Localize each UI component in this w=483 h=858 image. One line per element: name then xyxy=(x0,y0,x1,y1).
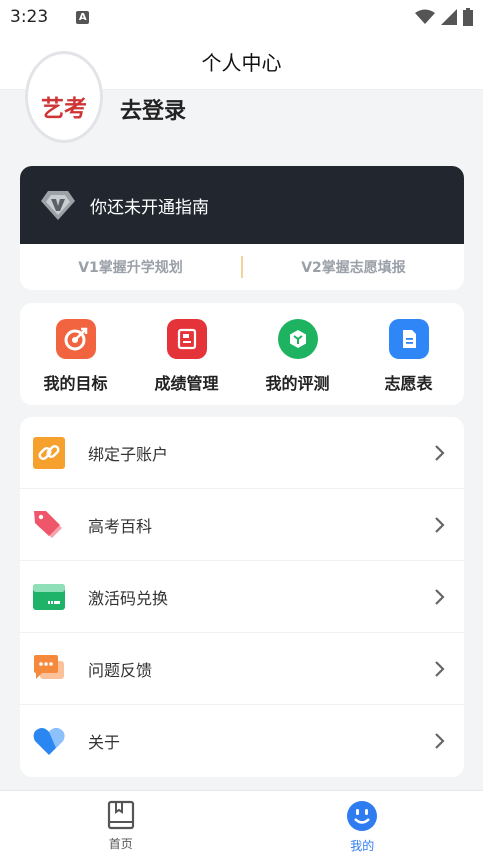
score-report-icon xyxy=(166,319,207,359)
assessment-icon xyxy=(277,319,318,359)
smiley-icon xyxy=(347,801,378,831)
wifi-icon xyxy=(415,9,435,24)
notification-badge-icon: A xyxy=(76,10,90,24)
chevron-right-icon xyxy=(435,588,445,605)
chevron-right-icon xyxy=(435,444,445,461)
link-icon xyxy=(32,436,66,470)
bottom-nav: 首页 我的 xyxy=(0,790,483,858)
chevron-right-icon xyxy=(435,733,445,749)
book-icon xyxy=(107,800,134,830)
login-link[interactable]: 去登录 xyxy=(120,93,186,125)
card-icon xyxy=(32,580,66,614)
target-icon xyxy=(55,319,96,359)
chat-icon xyxy=(32,652,66,686)
shortcut-label: 志愿表 xyxy=(384,374,433,393)
vip-options: V1掌握升学规划 V2掌握志愿填报 xyxy=(20,244,464,290)
menu-item-feedback[interactable]: 问题反馈 xyxy=(20,633,464,705)
vip-banner[interactable]: 你还未开通指南 xyxy=(20,166,464,244)
shortcut-label: 我的评测 xyxy=(265,374,330,393)
document-icon xyxy=(388,319,429,359)
avatar[interactable]: 艺考 xyxy=(25,51,103,143)
chevron-right-icon xyxy=(435,516,445,533)
nav-label: 我的 xyxy=(350,839,375,853)
shortcut-label: 成绩管理 xyxy=(154,374,219,393)
status-bar: 3:23 A xyxy=(0,0,483,34)
shortcut-my-assessment[interactable]: 我的评测 xyxy=(242,303,353,405)
vip-option-v2[interactable]: V2掌握志愿填报 xyxy=(243,257,464,277)
nav-label: 首页 xyxy=(108,837,133,851)
page-title: 个人中心 xyxy=(201,51,282,75)
vip-banner-text: 你还未开通指南 xyxy=(90,197,209,218)
menu-item-label: 绑定子账户 xyxy=(88,444,169,464)
avatar-logo-text: 艺考 xyxy=(41,96,87,122)
shortcut-score-management[interactable]: 成绩管理 xyxy=(131,303,242,405)
menu-item-label: 问题反馈 xyxy=(88,660,153,680)
menu-item-bind-sub-account[interactable]: 绑定子账户 xyxy=(20,417,464,489)
status-time: 3:23 xyxy=(10,7,49,27)
profile-section: 艺考 去登录 xyxy=(0,51,483,151)
nav-home[interactable]: 首页 xyxy=(0,791,242,858)
menu-item-activation-code[interactable]: 激活码兑换 xyxy=(20,561,464,633)
heart-icon xyxy=(32,724,66,758)
shortcut-my-target[interactable]: 我的目标 xyxy=(20,303,131,405)
shortcut-label: 我的目标 xyxy=(43,374,108,393)
shortcut-volunteer-form[interactable]: 志愿表 xyxy=(353,303,464,405)
vip-badge-icon xyxy=(41,191,75,220)
shortcut-grid: 我的目标 成绩管理 我的评测 志愿表 xyxy=(20,303,464,405)
vip-card[interactable]: 你还未开通指南 V1掌握升学规划 V2掌握志愿填报 xyxy=(20,166,464,290)
nav-mine[interactable]: 我的 xyxy=(242,791,483,858)
menu-item-label: 激活码兑换 xyxy=(88,588,169,608)
menu-item-label: 关于 xyxy=(88,733,121,752)
signal-icon xyxy=(441,9,457,25)
menu-list: 绑定子账户 高考百科 激活码兑换 问题反馈 关于 xyxy=(20,417,464,777)
battery-icon xyxy=(463,8,473,26)
menu-item-gaokao-encyclopedia[interactable]: 高考百科 xyxy=(20,489,464,561)
menu-item-about[interactable]: 关于 xyxy=(20,705,464,777)
menu-item-label: 高考百科 xyxy=(88,516,153,536)
tag-icon xyxy=(32,508,66,542)
chevron-right-icon xyxy=(435,660,445,677)
vip-option-v1[interactable]: V1掌握升学规划 xyxy=(20,257,241,277)
status-indicators xyxy=(415,8,473,26)
